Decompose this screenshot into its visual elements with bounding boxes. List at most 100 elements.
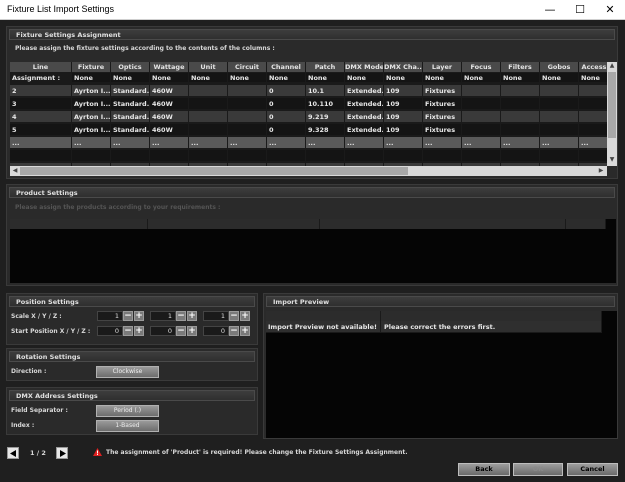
scroll-left-icon[interactable]: ◀ xyxy=(11,167,19,174)
product-col-header[interactable] xyxy=(10,219,148,229)
table-cell: Standard... xyxy=(111,98,150,110)
table-cell: 0 xyxy=(267,98,306,110)
scale-y-minus-button[interactable]: − xyxy=(176,311,186,321)
table-cell: ... xyxy=(111,137,150,149)
assignment-select[interactable]: None xyxy=(345,73,384,83)
table-cell: 3 xyxy=(10,98,72,110)
start-y-plus-button[interactable]: + xyxy=(187,326,197,336)
table-cell xyxy=(462,124,501,136)
column-header[interactable]: DMX Mode xyxy=(345,62,384,72)
table-cell xyxy=(501,111,540,123)
column-header[interactable]: Fixture xyxy=(72,62,111,72)
maximize-button[interactable]: ☐ xyxy=(565,0,595,20)
table-cell xyxy=(462,111,501,123)
close-button[interactable]: ✕ xyxy=(595,0,625,20)
scale-z-minus-button[interactable]: − xyxy=(229,311,239,321)
assignment-select[interactable]: None xyxy=(150,73,189,83)
table-cell: Standard... xyxy=(111,124,150,136)
start-x-minus-button[interactable]: − xyxy=(123,326,133,336)
table-cell xyxy=(228,85,267,97)
assignment-select[interactable]: None xyxy=(72,73,111,83)
table-cell xyxy=(540,124,579,136)
assignment-select[interactable]: None xyxy=(462,73,501,83)
column-header[interactable]: Unit xyxy=(189,62,228,72)
scale-y-plus-button[interactable]: + xyxy=(187,311,197,321)
fixture-settings-panel: Fixture Settings Assignment Please assig… xyxy=(6,26,618,179)
ok-button[interactable]: OK xyxy=(513,463,563,476)
assignment-select[interactable]: None xyxy=(267,73,306,83)
product-col-header[interactable] xyxy=(320,219,566,229)
column-header[interactable]: Wattage xyxy=(150,62,189,72)
column-header[interactable]: Line xyxy=(10,62,72,72)
scroll-up-icon[interactable]: ▲ xyxy=(608,62,616,69)
table-cell: Fixtures xyxy=(423,98,462,110)
start-z-plus-button[interactable]: + xyxy=(240,326,250,336)
rotation-settings-title: Rotation Settings xyxy=(9,351,255,362)
column-header[interactable]: Channel xyxy=(267,62,306,72)
assignment-select[interactable]: None xyxy=(384,73,423,83)
table-cell: 10.110 xyxy=(306,98,345,110)
scroll-right-icon[interactable]: ▶ xyxy=(597,167,605,174)
assignment-select[interactable]: None xyxy=(501,73,540,83)
assignment-select[interactable]: None xyxy=(228,73,267,83)
scroll-down-icon[interactable]: ▼ xyxy=(608,156,616,163)
table-cell: ... xyxy=(189,137,228,149)
column-header[interactable]: Focus xyxy=(462,62,501,72)
prev-page-button[interactable] xyxy=(7,447,19,459)
scale-x-plus-button[interactable]: + xyxy=(134,311,144,321)
index-label: Index : xyxy=(11,422,35,429)
table-cell: Fixtures xyxy=(423,124,462,136)
column-header[interactable]: Filters xyxy=(501,62,540,72)
assignment-select[interactable]: None xyxy=(423,73,462,83)
column-header[interactable]: Optics xyxy=(111,62,150,72)
index-button[interactable]: 1-Based xyxy=(96,420,159,432)
table-cell: 109 xyxy=(384,111,423,123)
assignment-select[interactable]: None xyxy=(579,73,607,83)
column-header[interactable]: Patch xyxy=(306,62,345,72)
fixture-table-vscroll[interactable]: ▲ ▼ xyxy=(607,62,617,166)
assignment-select[interactable]: None xyxy=(306,73,345,83)
minimize-button[interactable]: — xyxy=(535,0,565,20)
import-preview-table: Import Preview not available! Please cor… xyxy=(266,311,617,438)
product-col-header[interactable] xyxy=(148,219,320,229)
scale-y-input[interactable]: 1 xyxy=(150,311,176,321)
table-cell xyxy=(111,150,150,162)
field-separator-button[interactable]: Period (.) xyxy=(96,405,159,417)
vscroll-thumb[interactable] xyxy=(608,72,616,138)
scale-z-plus-button[interactable]: + xyxy=(240,311,250,321)
start-x-plus-button[interactable]: + xyxy=(134,326,144,336)
rotation-settings-panel: Rotation Settings Direction : Clockwise xyxy=(6,348,258,381)
start-y-minus-button[interactable]: − xyxy=(176,326,186,336)
column-header[interactable]: Access xyxy=(579,62,607,72)
scale-x-input[interactable]: 1 xyxy=(97,311,123,321)
product-settings-title: Product Settings xyxy=(9,187,615,198)
assignment-select[interactable]: None xyxy=(189,73,228,83)
start-z-minus-button[interactable]: − xyxy=(229,326,239,336)
scale-z-input[interactable]: 1 xyxy=(203,311,229,321)
table-cell xyxy=(462,85,501,97)
cancel-button[interactable]: Cancel xyxy=(567,463,618,476)
assignment-select[interactable]: None xyxy=(111,73,150,83)
preview-col-header[interactable] xyxy=(381,311,602,321)
back-button[interactable]: Back xyxy=(458,463,510,476)
table-cell: Fixtures xyxy=(423,85,462,97)
preview-col-header[interactable] xyxy=(266,311,381,321)
window-title: Fixture List Import Settings xyxy=(7,4,115,14)
hscroll-thumb[interactable] xyxy=(20,167,408,175)
column-header[interactable]: Layer xyxy=(423,62,462,72)
direction-button[interactable]: Clockwise xyxy=(96,366,159,378)
assignment-select[interactable]: None xyxy=(540,73,579,83)
fixture-table-hscroll[interactable]: ◀ ▶ xyxy=(10,166,607,176)
start-x-input[interactable]: 0 xyxy=(97,326,123,336)
start-y-input[interactable]: 0 xyxy=(150,326,176,336)
column-header[interactable]: DMX Cha... xyxy=(384,62,423,72)
product-col-header[interactable] xyxy=(566,219,606,229)
fixture-table: Line Fixture Optics Wattage Unit Circuit Chann… xyxy=(10,62,607,166)
scale-x-minus-button[interactable]: − xyxy=(123,311,133,321)
next-page-button[interactable] xyxy=(56,447,68,459)
start-z-input[interactable]: 0 xyxy=(203,326,229,336)
page-indicator: 1 / 2 xyxy=(30,449,46,457)
column-header[interactable]: Circuit xyxy=(228,62,267,72)
column-header[interactable]: Gobos xyxy=(540,62,579,72)
table-cell xyxy=(189,124,228,136)
